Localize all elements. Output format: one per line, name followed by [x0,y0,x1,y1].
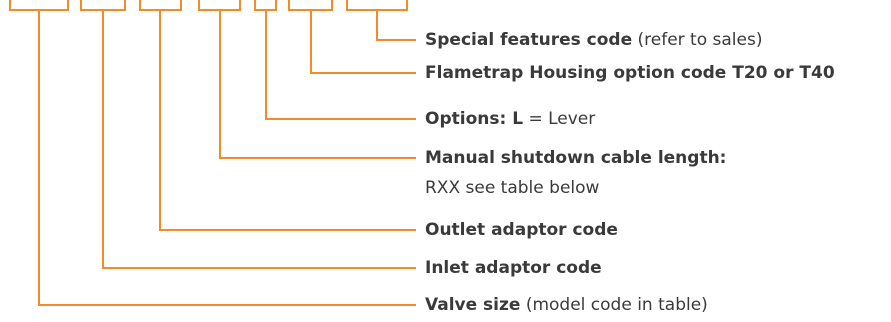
callout-valve-size: Valve size (model code in table) [425,295,708,315]
callout-special-features-note: (refer to sales) [632,30,763,50]
callout-options: Options: L = Lever [425,109,595,129]
segment-bracket-manual-shutdown [198,0,241,11]
callout-manual-shutdown-title: Manual shutdown cable length: [425,148,727,168]
callout-options-code: L [512,109,524,129]
callout-inlet-adaptor: Inlet adaptor code [425,258,602,278]
callout-special-features-title: Special features code [425,30,633,50]
callout-special-features: Special features code (refer to sales) [425,30,762,50]
callout-inlet-adaptor-title: Inlet adaptor code [425,258,602,278]
callout-outlet-adaptor: Outlet adaptor code [425,220,618,240]
segment-bracket-valve-size [9,0,69,11]
leader-flametrap-housing [310,10,416,74]
segment-bracket-inlet-adaptor [80,0,126,11]
segment-bracket-flametrap-housing [288,0,333,11]
leader-options [265,10,416,120]
callout-options-title: Options: [425,109,513,129]
segment-bracket-options [254,0,277,11]
callout-manual-shutdown-note: RXX see table below [425,178,600,198]
segment-bracket-outlet-adaptor [139,0,182,11]
callout-flametrap-housing: Flametrap Housing option code T20 or T40 [425,63,835,83]
callout-outlet-adaptor-title: Outlet adaptor code [425,220,618,240]
callout-flametrap-housing-title: Flametrap Housing option code T20 or T40 [425,63,835,83]
leader-special-features [376,10,416,41]
callout-valve-size-note: (model code in table) [520,295,708,315]
segment-bracket-special-features [346,0,408,11]
callout-manual-shutdown-subline: RXX see table below [425,178,599,198]
callout-manual-shutdown: Manual shutdown cable length: [425,148,726,168]
callout-options-note: = Lever [523,109,596,129]
callout-valve-size-title: Valve size [425,295,521,315]
leader-manual-shutdown [219,10,416,159]
